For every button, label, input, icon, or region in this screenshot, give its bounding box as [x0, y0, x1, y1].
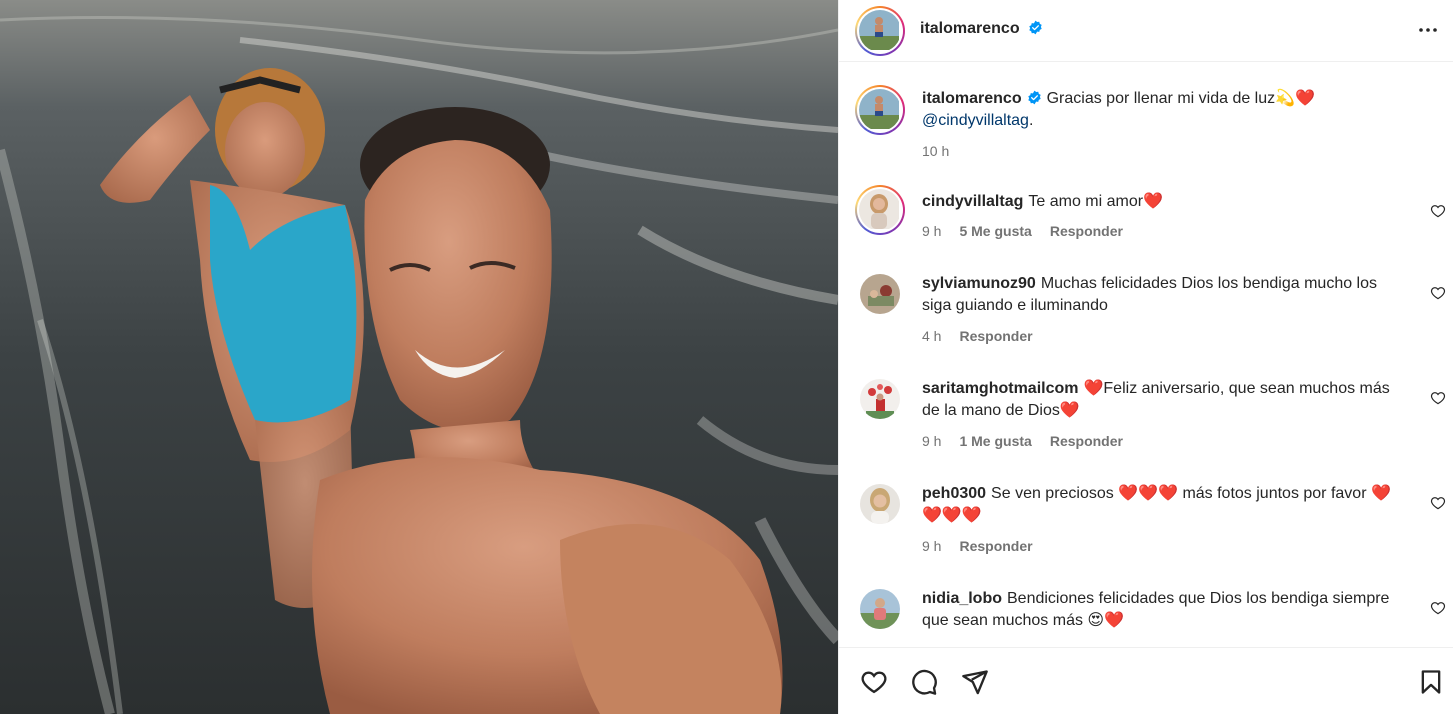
comment-item: cindyvillaltag Te amo mi amor❤️ 9 h 5 Me g…	[839, 185, 1453, 265]
comment-avatar[interactable]	[860, 484, 900, 524]
comment-icon[interactable]	[910, 668, 938, 696]
comment-avatar[interactable]	[860, 589, 900, 629]
comment-timestamp[interactable]: 4 h	[922, 328, 941, 344]
post-detail-panel: italomarenco italomarenco Gracias por ll…	[838, 0, 1453, 714]
verified-badge-icon	[1029, 20, 1042, 35]
comment-username[interactable]: peh0300	[922, 485, 986, 502]
author-avatar-image	[859, 10, 899, 50]
like-comment-heart-icon[interactable]	[1430, 203, 1446, 219]
comment-meta: 9 h Responder	[922, 538, 1051, 554]
verified-badge-icon	[1027, 90, 1041, 105]
comment-avatar-image	[860, 589, 900, 629]
comment-text: nidia_lobo Bendiciones felicidades que Di…	[922, 588, 1408, 632]
reply-button[interactable]: Responder	[959, 538, 1032, 554]
share-icon[interactable]	[961, 668, 989, 696]
comment-avatar-image	[859, 189, 899, 229]
caption-end: .	[1028, 112, 1034, 129]
reply-button[interactable]: Responder	[959, 328, 1032, 344]
comment-username[interactable]: sylviamunoz90	[922, 275, 1036, 292]
more-options-icon[interactable]	[1416, 18, 1440, 42]
comment-item: saritamghotmailcom ❤️Feliz aniversario, q…	[839, 378, 1453, 473]
comment-body: Te amo mi amor❤️	[1028, 193, 1163, 210]
caption-username[interactable]: italomarenco	[922, 90, 1022, 107]
comment-item: sylviamunoz90 Muchas felicidades Dios los…	[839, 273, 1453, 368]
comment-username[interactable]: cindyvillaltag	[922, 193, 1023, 210]
comment-meta: 9 h 1 Me gusta Responder	[922, 433, 1141, 449]
comment-meta: 9 h 5 Me gusta Responder	[922, 223, 1141, 239]
comment-avatar-image	[860, 379, 900, 419]
comment-avatar[interactable]	[860, 274, 900, 314]
caption-timestamp[interactable]: 10 h	[922, 143, 949, 159]
comment-meta: 4 h Responder	[922, 328, 1051, 344]
comment-timestamp[interactable]: 9 h	[922, 433, 941, 449]
post-action-bar	[839, 647, 1453, 714]
comment-avatar[interactable]	[855, 185, 905, 235]
comment-item: nidia_lobo Bendiciones felicidades que Di…	[839, 588, 1453, 647]
post-photo	[0, 0, 838, 714]
reply-button[interactable]: Responder	[1050, 223, 1123, 239]
like-comment-heart-icon[interactable]	[1430, 600, 1446, 616]
comment-username[interactable]: nidia_lobo	[922, 590, 1002, 607]
author-avatar[interactable]	[855, 6, 905, 56]
bookmark-icon[interactable]	[1417, 668, 1445, 696]
caption-body: Gracias por llenar mi vida de luz💫❤️	[1046, 90, 1315, 107]
comment-avatar-image	[860, 484, 900, 524]
caption-mention-link[interactable]: @cindyvillaltag	[922, 112, 1029, 129]
post-header: italomarenco	[839, 0, 1453, 62]
author-name-row: italomarenco	[920, 20, 1043, 38]
comment-likes[interactable]: 5 Me gusta	[959, 223, 1031, 239]
comment-timestamp[interactable]: 9 h	[922, 223, 941, 239]
comment-text: peh0300 Se ven preciosos ❤️❤️❤️ más fotos…	[922, 483, 1408, 527]
caption-text: italomarenco Gracias por llenar mi vida …	[922, 88, 1408, 132]
comment-text: sylviamunoz90 Muchas felicidades Dios los…	[922, 273, 1408, 317]
like-comment-heart-icon[interactable]	[1430, 495, 1446, 511]
author-username[interactable]: italomarenco	[920, 20, 1020, 37]
like-comment-heart-icon[interactable]	[1430, 285, 1446, 301]
heart-icon[interactable]	[860, 668, 888, 696]
comment-item: peh0300 Se ven preciosos ❤️❤️❤️ más fotos…	[839, 483, 1453, 578]
comment-likes[interactable]: 1 Me gusta	[959, 433, 1031, 449]
caption-meta: 10 h	[922, 143, 967, 159]
comments-list[interactable]: italomarenco Gracias por llenar mi vida …	[839, 63, 1453, 647]
caption-author-avatar[interactable]	[855, 85, 905, 135]
comment-username[interactable]: saritamghotmailcom	[922, 380, 1078, 397]
post-caption: italomarenco Gracias por llenar mi vida …	[839, 83, 1453, 173]
like-comment-heart-icon[interactable]	[1430, 390, 1446, 406]
comment-avatar-image	[860, 274, 900, 314]
comment-avatar[interactable]	[860, 379, 900, 419]
comment-text: cindyvillaltag Te amo mi amor❤️	[922, 191, 1408, 213]
comment-text: saritamghotmailcom ❤️Feliz aniversario, q…	[922, 378, 1408, 422]
caption-author-avatar-image	[859, 89, 899, 129]
comment-body: Se ven preciosos ❤️❤️❤️ más fotos juntos…	[922, 485, 1391, 524]
beach-selfie-image	[0, 0, 838, 714]
comment-timestamp[interactable]: 9 h	[922, 538, 941, 554]
reply-button[interactable]: Responder	[1050, 433, 1123, 449]
